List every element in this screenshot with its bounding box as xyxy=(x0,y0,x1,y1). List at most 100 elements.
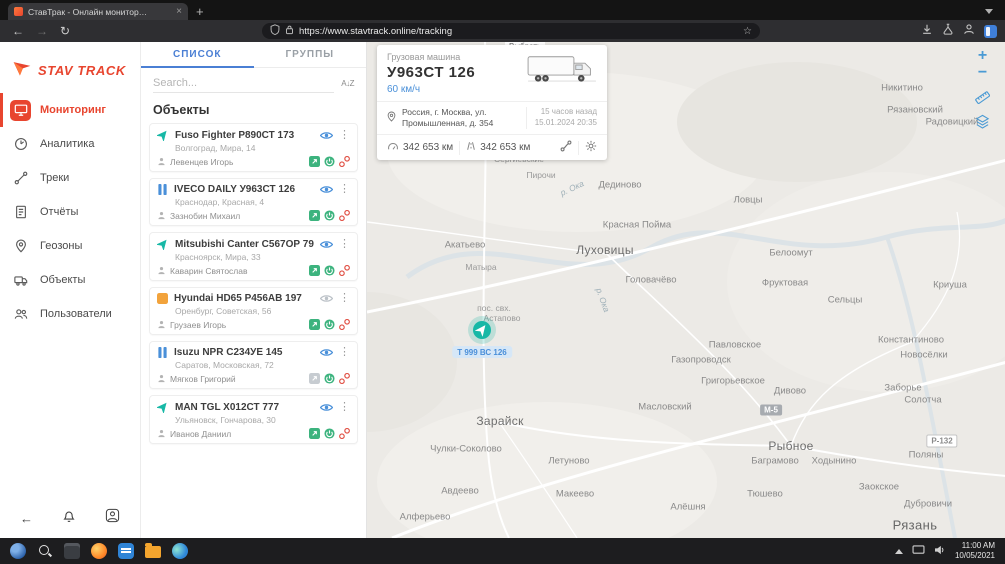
sidebar-item-tracks[interactable]: Треки xyxy=(0,161,140,195)
new-tab-button[interactable]: + xyxy=(196,4,204,19)
sidepanel-toggle-icon[interactable] xyxy=(984,25,997,38)
visibility-eye-icon[interactable] xyxy=(320,240,333,249)
layers-icon[interactable] xyxy=(975,114,990,129)
visibility-eye-icon[interactable] xyxy=(320,185,333,194)
sidebar-item-geozones[interactable]: Геозоны xyxy=(0,229,140,263)
vehicle-card[interactable]: Isuzu NPR С234УЕ 145⋮Саратов, Московская… xyxy=(149,341,358,389)
url-bar[interactable]: https://www.stavtrack.online/tracking ☆ xyxy=(262,23,760,39)
taskbar-app-firefox-icon[interactable] xyxy=(91,543,107,559)
kebab-menu-icon[interactable]: ⋮ xyxy=(339,184,350,195)
driver-name: Левенцев Игорь xyxy=(170,157,305,167)
sidebar-item-analytics[interactable]: Аналитика xyxy=(0,127,140,161)
map-place-label: Алферьево xyxy=(400,512,451,523)
tray-volume-icon[interactable] xyxy=(934,542,946,560)
sidebar-item-reports[interactable]: Отчёты xyxy=(0,195,140,229)
back-button[interactable]: ← xyxy=(12,25,24,37)
sort-az-icon[interactable]: A↓Z xyxy=(341,79,354,88)
marker-plate-label[interactable]: Т 999 ВС 126 xyxy=(452,346,512,358)
visibility-eye-icon[interactable] xyxy=(320,403,333,412)
vehicle-card[interactable]: MAN TGL Х012СТ 777⋮Ульяновск, Гончарова,… xyxy=(149,395,358,444)
sidebar-item-objects[interactable]: Объекты xyxy=(0,263,140,297)
extensions-icon[interactable] xyxy=(942,22,954,40)
browser-tab[interactable]: СтавТрак - Онлайн монитор… × xyxy=(8,3,188,20)
taskbar-app-terminal-icon[interactable] xyxy=(64,543,80,559)
taskbar-app-files-icon[interactable] xyxy=(145,546,161,558)
ignition-status-icon xyxy=(324,210,335,221)
driver-icon xyxy=(157,429,166,438)
map-place-label: Дубровичи xyxy=(904,499,952,510)
odometer-total: 342 653 км xyxy=(403,142,453,153)
driver-icon xyxy=(157,320,166,329)
app-logo[interactable]: STAV TRACK xyxy=(0,42,140,93)
ignition-status-icon xyxy=(324,265,335,276)
vehicle-plate: У963СТ 126 xyxy=(387,64,475,81)
tab-list[interactable]: СПИСОК xyxy=(141,42,254,67)
system-clock[interactable]: 11:00 AM 10/05/2021 xyxy=(955,541,995,562)
map-river-label: р. Ока xyxy=(559,178,586,198)
map-area[interactable]: НикитиноРязановскийРадовицкийСергиевские… xyxy=(367,42,1005,538)
tab-close-icon[interactable]: × xyxy=(176,7,182,17)
kebab-menu-icon[interactable]: ⋮ xyxy=(339,293,350,304)
vehicle-name: Fuso Fighter Р890СТ 173 xyxy=(175,130,314,141)
search-input[interactable] xyxy=(153,74,334,93)
link-status-icon xyxy=(339,210,350,221)
vehicle-card[interactable]: Mitsubishi Canter С567ОР 790⋮Красноярск,… xyxy=(149,232,358,281)
taskbar-app-edge-icon[interactable] xyxy=(172,543,188,559)
download-icon[interactable] xyxy=(921,22,933,40)
kebab-menu-icon[interactable]: ⋮ xyxy=(339,347,350,358)
vehicle-card[interactable]: Hyundai HD65 Р456АВ 197⋮Оренбург, Советс… xyxy=(149,287,358,335)
map-place-label: Головачёво xyxy=(626,275,677,286)
reload-button[interactable]: ↻ xyxy=(60,25,70,37)
kebab-menu-icon[interactable]: ⋮ xyxy=(339,402,350,413)
kebab-menu-icon[interactable]: ⋮ xyxy=(339,130,350,141)
vehicle-info-card: Грузовая машина У963СТ 126 60 км/ч Росси… xyxy=(377,45,607,160)
vehicle-marker-icon[interactable] xyxy=(473,321,491,339)
tray-display-icon[interactable] xyxy=(912,542,925,560)
address-line-2: Промышленная, д. 354 xyxy=(402,118,526,129)
map-place-label: Поляны xyxy=(909,450,944,461)
tab-title: СтавТрак - Онлайн монитор… xyxy=(28,7,171,17)
taskbar-app-chat-icon[interactable] xyxy=(118,543,134,559)
route-icon[interactable] xyxy=(560,140,572,155)
vehicle-card[interactable]: IVECO DAILY У963СТ 126⋮Краснодар, Красна… xyxy=(149,178,358,226)
collapse-back-icon[interactable]: ← xyxy=(20,512,33,525)
vehicle-name: Mitsubishi Canter С567ОР 790 xyxy=(175,239,314,250)
map-place-label: Сельцы xyxy=(828,295,863,306)
sidebar-item-users[interactable]: Пользователи xyxy=(0,297,140,331)
vehicle-name: Isuzu NPR С234УЕ 145 xyxy=(174,347,314,358)
visibility-eye-icon[interactable] xyxy=(320,294,333,303)
vehicle-address: Краснодар, Красная, 4 xyxy=(157,195,350,210)
zoom-out-button[interactable]: − xyxy=(978,64,987,81)
clock-time: 11:00 AM xyxy=(955,541,995,551)
tracks-icon xyxy=(10,168,31,189)
visibility-eye-icon[interactable] xyxy=(320,131,333,140)
ruler-icon[interactable] xyxy=(975,90,990,105)
sidebar-item-monitoring[interactable]: Мониторинг xyxy=(0,93,140,127)
tray-chevron-up-icon[interactable] xyxy=(895,549,903,554)
forward-button[interactable]: → xyxy=(36,25,48,37)
shield-icon[interactable] xyxy=(270,22,280,40)
settings-gear-icon[interactable] xyxy=(585,140,597,155)
visibility-eye-icon[interactable] xyxy=(320,348,333,357)
ignition-status-icon xyxy=(324,373,335,384)
kebab-menu-icon[interactable]: ⋮ xyxy=(339,239,350,250)
driver-icon xyxy=(157,157,166,166)
tab-groups[interactable]: ГРУППЫ xyxy=(254,42,367,67)
map-place-label: Газопроводск xyxy=(671,355,731,366)
bookmark-star-icon[interactable]: ☆ xyxy=(743,26,752,37)
taskbar-app-browser-icon[interactable] xyxy=(10,543,26,559)
profile-icon[interactable] xyxy=(963,22,975,40)
zoom-in-button[interactable]: + xyxy=(978,47,987,64)
taskbar-search-icon[interactable] xyxy=(37,543,53,559)
road-badge: Р-132 xyxy=(926,435,957,448)
ignition-status-icon xyxy=(324,428,335,439)
timestamp: 15.01.2024 20:35 xyxy=(535,118,597,129)
driver-icon xyxy=(157,211,166,220)
vehicle-card[interactable]: Fuso Fighter Р890СТ 173⋮Волгоград, Мира,… xyxy=(149,123,358,172)
map-place-label: Григорьевское xyxy=(701,376,765,387)
account-icon[interactable] xyxy=(105,508,120,528)
notifications-bell-icon[interactable] xyxy=(62,509,76,528)
chevron-down-icon[interactable] xyxy=(985,9,993,14)
url-text[interactable]: https://www.stavtrack.online/tracking xyxy=(299,26,738,37)
map-place-label: Акатьево xyxy=(445,240,486,251)
